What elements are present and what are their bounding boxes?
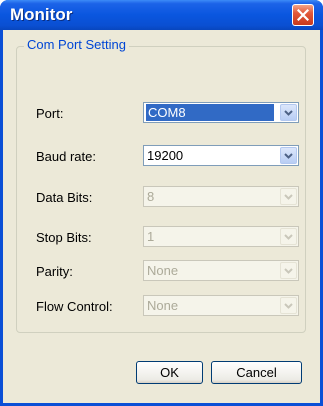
data-bits-label: Data Bits:: [36, 190, 93, 205]
port-label: Port:: [36, 106, 64, 121]
baud-rate-select[interactable]: 19200: [143, 145, 299, 166]
flow-control-select: None: [143, 295, 299, 316]
data-bits-dropdown-button: [280, 188, 297, 205]
chevron-down-icon: [284, 303, 293, 309]
data-bits-value: 8: [147, 189, 155, 204]
stop-bits-label: Stop Bits:: [36, 230, 92, 245]
chevron-down-icon: [284, 234, 293, 240]
flow-control-label: Flow Control:: [36, 299, 113, 314]
flow-control-dropdown-button: [280, 297, 297, 314]
baud-rate-label: Baud rate:: [36, 149, 96, 164]
stop-bits-dropdown-button: [280, 228, 297, 245]
parity-dropdown-button: [280, 262, 297, 279]
port-value: COM8: [146, 104, 274, 121]
data-bits-select: 8: [143, 186, 299, 207]
parity-label: Parity:: [36, 264, 73, 279]
parity-value: None: [147, 263, 179, 278]
close-button[interactable]: [292, 4, 314, 26]
cancel-button[interactable]: Cancel: [211, 361, 302, 384]
baud-rate-dropdown-button[interactable]: [280, 147, 297, 164]
title-bar[interactable]: Monitor: [0, 0, 323, 30]
chevron-down-icon: [284, 153, 293, 159]
close-icon: [297, 9, 309, 21]
chevron-down-icon: [284, 194, 293, 200]
stop-bits-value: 1: [147, 229, 155, 244]
chevron-down-icon: [284, 268, 293, 274]
group-legend: Com Port Setting: [24, 37, 129, 52]
port-select[interactable]: COM8: [143, 102, 299, 123]
flow-control-value: None: [147, 298, 179, 313]
parity-select: None: [143, 260, 299, 281]
baud-rate-value: 19200: [147, 148, 184, 163]
stop-bits-select: 1: [143, 226, 299, 247]
chevron-down-icon: [284, 110, 293, 116]
ok-button[interactable]: OK: [136, 361, 203, 384]
port-dropdown-button[interactable]: [280, 104, 297, 121]
window-title: Monitor: [10, 5, 73, 24]
